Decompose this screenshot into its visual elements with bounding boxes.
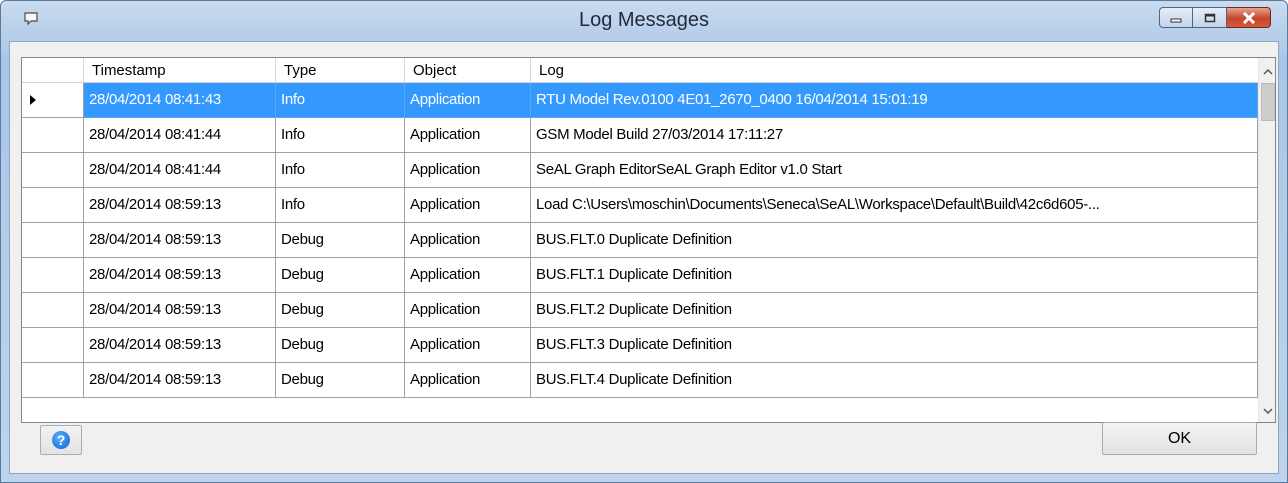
cell-log[interactable]: BUS.FLT.3 Duplicate Definition <box>531 328 1258 363</box>
cell-log[interactable]: RTU Model Rev.0100 4E01_2670_0400 16/04/… <box>531 83 1258 118</box>
cell-type[interactable]: Debug <box>276 363 405 398</box>
log-table[interactable]: Timestamp Type Object Log 28/04/2014 08:… <box>21 57 1276 423</box>
cell-type[interactable]: Debug <box>276 223 405 258</box>
cell-object[interactable]: Application <box>405 328 531 363</box>
scroll-up-arrow[interactable] <box>1259 62 1275 80</box>
cell-type[interactable]: Info <box>276 153 405 188</box>
log-messages-window: Log Messages Timestamp Type Object Log 2… <box>0 0 1288 483</box>
cell-timestamp[interactable]: 28/04/2014 08:41:44 <box>84 118 276 153</box>
row-header[interactable] <box>22 258 84 293</box>
chevron-up-icon <box>1263 68 1273 75</box>
row-header[interactable] <box>22 188 84 223</box>
cell-type[interactable]: Debug <box>276 258 405 293</box>
cell-timestamp[interactable]: 28/04/2014 08:41:43 <box>84 83 276 118</box>
scroll-thumb[interactable] <box>1261 83 1275 121</box>
table-row[interactable]: 28/04/2014 08:41:44 Info Application GSM Mo… <box>22 118 1258 153</box>
cell-timestamp[interactable]: 28/04/2014 08:59:13 <box>84 293 276 328</box>
vertical-scrollbar[interactable] <box>1258 58 1275 422</box>
maximize-button[interactable] <box>1193 7 1227 28</box>
dialog-body: Timestamp Type Object Log 28/04/2014 08:… <box>9 41 1279 474</box>
log-table-viewport: Timestamp Type Object Log 28/04/2014 08:… <box>22 58 1258 422</box>
question-mark-icon: ? <box>52 431 70 449</box>
scroll-down-arrow[interactable] <box>1259 402 1275 420</box>
cell-object[interactable]: Application <box>405 118 531 153</box>
window-title: Log Messages <box>578 9 710 31</box>
minimize-icon <box>1170 18 1182 22</box>
row-header[interactable] <box>22 223 84 258</box>
column-header-log[interactable]: Log <box>531 58 1258 82</box>
row-header[interactable] <box>22 118 84 153</box>
close-icon <box>1242 11 1255 24</box>
cell-log[interactable]: BUS.FLT.1 Duplicate Definition <box>531 258 1258 293</box>
cell-type[interactable]: Info <box>276 118 405 153</box>
cell-timestamp[interactable]: 28/04/2014 08:59:13 <box>84 258 276 293</box>
cell-type[interactable]: Debug <box>276 293 405 328</box>
title-bar[interactable]: Log Messages <box>1 1 1287 41</box>
cell-log[interactable]: GSM Model Build 27/03/2014 17:11:27 <box>531 118 1258 153</box>
row-header[interactable] <box>22 153 84 188</box>
chevron-down-icon <box>1263 407 1273 414</box>
column-header-timestamp[interactable]: Timestamp <box>84 58 276 82</box>
table-row[interactable]: 28/04/2014 08:59:13 Debug Application BUS.F… <box>22 293 1258 328</box>
minimize-button[interactable] <box>1159 7 1193 28</box>
close-button[interactable] <box>1227 7 1271 28</box>
row-header[interactable] <box>22 293 84 328</box>
cell-timestamp[interactable]: 28/04/2014 08:41:44 <box>84 153 276 188</box>
help-button[interactable]: ? <box>40 425 82 455</box>
row-header[interactable] <box>22 328 84 363</box>
table-row[interactable]: 28/04/2014 08:59:13 Debug Application BUS.F… <box>22 258 1258 293</box>
current-row-arrow-icon <box>30 95 36 105</box>
row-header[interactable] <box>22 363 84 398</box>
cell-object[interactable]: Application <box>405 258 531 293</box>
cell-type[interactable]: Info <box>276 83 405 118</box>
table-row[interactable]: 28/04/2014 08:59:13 Info Application Load C… <box>22 188 1258 223</box>
cell-log[interactable]: BUS.FLT.4 Duplicate Definition <box>531 363 1258 398</box>
column-header-type[interactable]: Type <box>276 58 405 82</box>
cell-log[interactable]: BUS.FLT.0 Duplicate Definition <box>531 223 1258 258</box>
cell-object[interactable]: Application <box>405 363 531 398</box>
cell-log[interactable]: BUS.FLT.2 Duplicate Definition <box>531 293 1258 328</box>
cell-object[interactable]: Application <box>405 83 531 118</box>
cell-timestamp[interactable]: 28/04/2014 08:59:13 <box>84 188 276 223</box>
table-row[interactable]: 28/04/2014 08:41:43 Info Application RTU Mo… <box>22 83 1258 118</box>
cell-type[interactable]: Debug <box>276 328 405 363</box>
ok-button[interactable]: OK <box>1102 422 1257 455</box>
table-header: Timestamp Type Object Log <box>22 58 1258 83</box>
column-header-object[interactable]: Object <box>405 58 531 82</box>
table-row[interactable]: 28/04/2014 08:41:44 Info Application SeAL G… <box>22 153 1258 188</box>
cell-object[interactable]: Application <box>405 293 531 328</box>
cell-log[interactable]: Load C:\Users\moschin\Documents\Seneca\S… <box>531 188 1258 223</box>
maximize-icon <box>1204 13 1215 22</box>
row-header[interactable] <box>22 83 84 118</box>
cell-log[interactable]: SeAL Graph EditorSeAL Graph Editor v1.0 … <box>531 153 1258 188</box>
table-row[interactable]: 28/04/2014 08:59:13 Debug Application BUS.F… <box>22 328 1258 363</box>
cell-timestamp[interactable]: 28/04/2014 08:59:13 <box>84 328 276 363</box>
caption-buttons <box>1159 7 1271 29</box>
cell-object[interactable]: Application <box>405 153 531 188</box>
row-header-corner <box>22 58 84 82</box>
table-row[interactable]: 28/04/2014 08:59:13 Debug Application BUS.F… <box>22 363 1258 398</box>
cell-type[interactable]: Info <box>276 188 405 223</box>
cell-object[interactable]: Application <box>405 188 531 223</box>
cell-timestamp[interactable]: 28/04/2014 08:59:13 <box>84 223 276 258</box>
cell-timestamp[interactable]: 28/04/2014 08:59:13 <box>84 363 276 398</box>
cell-object[interactable]: Application <box>405 223 531 258</box>
table-row[interactable]: 28/04/2014 08:59:13 Debug Application BUS.F… <box>22 223 1258 258</box>
